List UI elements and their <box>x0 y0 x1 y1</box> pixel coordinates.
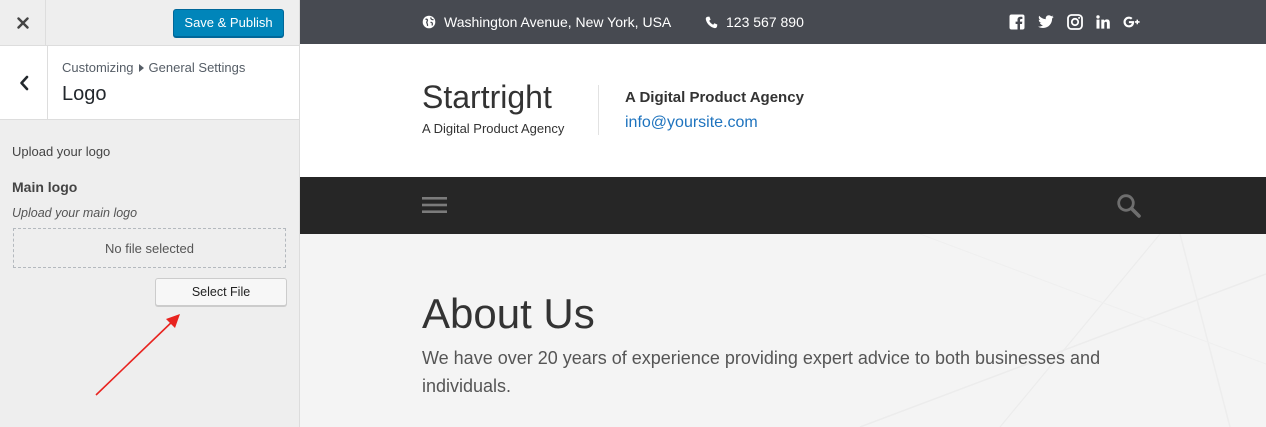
social-links <box>1009 0 1141 44</box>
facebook-icon[interactable] <box>1009 14 1025 30</box>
phone-item: 123 567 890 <box>705 0 804 44</box>
hero-text: We have over 20 years of experience prov… <box>422 348 1101 396</box>
caret-right-icon <box>138 63 144 72</box>
google-plus-icon[interactable] <box>1123 16 1141 28</box>
hero-section: About Us We have over 20 years of experi… <box>300 234 1266 427</box>
back-button[interactable] <box>0 46 48 119</box>
phone-text: 123 567 890 <box>726 14 804 30</box>
upload-description: Upload your logo <box>12 144 111 159</box>
header-divider <box>598 85 599 135</box>
main-logo-title: Main logo <box>12 179 78 195</box>
site-preview: Washington Avenue, New York, USA 123 567… <box>300 0 1266 427</box>
twitter-icon[interactable] <box>1038 15 1054 29</box>
instagram-icon[interactable] <box>1067 14 1083 30</box>
section-title: Logo <box>62 83 107 105</box>
customizer-sidebar: Save & Publish Customizing General Setti… <box>0 0 300 427</box>
menu-icon[interactable] <box>422 195 448 215</box>
close-icon <box>16 16 29 29</box>
chevron-left-icon <box>19 75 28 90</box>
address-text: Washington Avenue, New York, USA <box>444 14 672 30</box>
top-bar: Washington Avenue, New York, USA 123 567… <box>300 0 1266 44</box>
search-icon[interactable] <box>1116 193 1142 219</box>
select-file-button[interactable]: Select File <box>155 278 287 306</box>
linkedin-icon[interactable] <box>1096 15 1110 29</box>
site-header: Startright A Digital Product Agency A Di… <box>300 44 1266 177</box>
section-header: Customizing General Settings Logo <box>0 46 299 120</box>
phone-icon <box>705 16 718 28</box>
no-file-text: No file selected <box>105 240 194 256</box>
address-item: Washington Avenue, New York, USA <box>422 0 671 44</box>
save-publish-button[interactable]: Save & Publish <box>173 9 284 37</box>
contact-heading: A Digital Product Agency <box>625 89 804 106</box>
logo-dropzone[interactable]: No file selected <box>13 228 286 268</box>
site-tagline: A Digital Product Agency <box>422 121 565 136</box>
globe-icon <box>422 15 436 29</box>
site-title[interactable]: Startright <box>422 79 552 116</box>
main-logo-description: Upload your main logo <box>12 206 138 220</box>
main-navigation <box>300 177 1266 234</box>
contact-email-link[interactable]: info@yoursite.com <box>625 114 758 132</box>
breadcrumb: Customizing General Settings <box>62 60 245 75</box>
customizer-header: Save & Publish <box>0 0 299 46</box>
breadcrumb-root: Customizing <box>62 60 134 75</box>
close-customizer-button[interactable] <box>0 0 46 45</box>
hero-title: About Us <box>422 290 595 337</box>
breadcrumb-section: General Settings <box>148 60 246 75</box>
